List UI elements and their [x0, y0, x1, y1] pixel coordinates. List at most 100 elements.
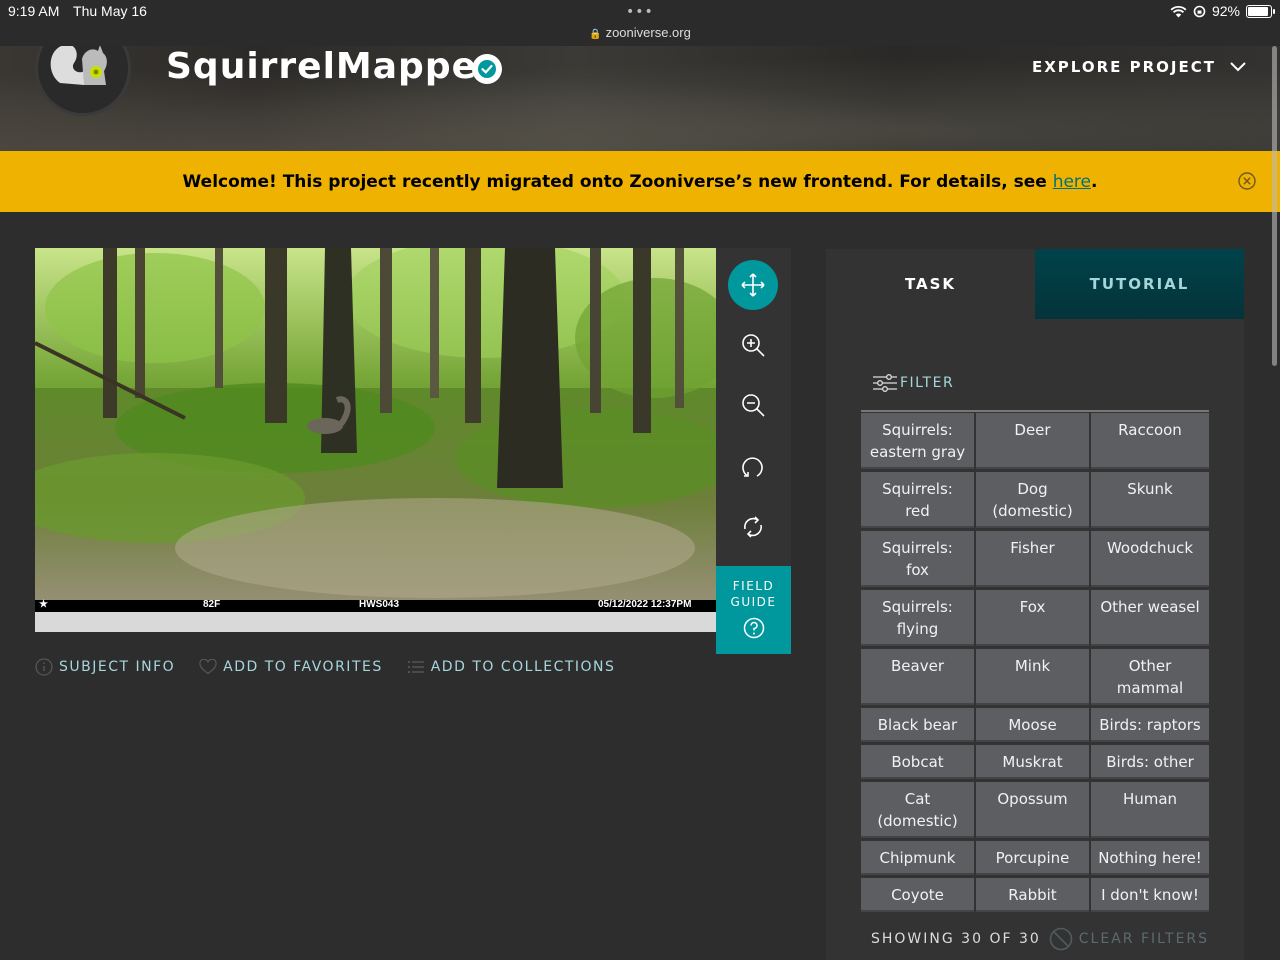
choice-label-line1: Mink — [1014, 657, 1051, 675]
choice-button[interactable]: Woodchuck — [1091, 531, 1209, 587]
choice-label-line2: flying — [896, 620, 939, 638]
choice-button[interactable]: Coyote — [861, 878, 974, 912]
address-bar[interactable]: 🔒 zooniverse.org — [0, 25, 1280, 40]
choice-label-line1: Squirrels: — [882, 421, 953, 439]
camera-info-bar: ★ 82F HWS043 05/12/2022 12:37PM — [35, 599, 716, 612]
zoom-out-icon — [742, 394, 765, 417]
add-to-favorites-button[interactable]: ADD TO FAVORITES — [199, 658, 383, 676]
choice-label-line1: Nothing here! — [1098, 849, 1202, 867]
subject-info-button[interactable]: SUBJECT INFO — [35, 658, 175, 676]
chevron-down-icon — [1230, 62, 1246, 72]
zoom-in-icon — [742, 334, 765, 357]
choice-button[interactable]: Muskrat — [976, 745, 1089, 779]
add-to-collections-button[interactable]: ADD TO COLLECTIONS — [407, 658, 616, 676]
choice-button[interactable]: Deer — [976, 413, 1089, 469]
clear-filters-button[interactable]: CLEAR FILTERS — [1049, 927, 1209, 951]
choice-button[interactable]: Cat (domestic) — [861, 782, 974, 838]
pan-button[interactable] — [728, 260, 778, 310]
choice-label-line1: I don't know! — [1101, 886, 1199, 904]
choice-label-line1: Porcupine — [995, 849, 1070, 867]
choice-button[interactable]: Skunk — [1091, 472, 1209, 528]
choice-grid: Squirrels: eastern gray Deer Raccoon Squirre… — [861, 410, 1209, 912]
choice-button[interactable]: Squirrels: flying — [861, 590, 974, 646]
choice-button[interactable]: Nothing here! — [1091, 841, 1209, 875]
tab-task[interactable]: TASK — [826, 249, 1035, 319]
choice-button[interactable]: Chipmunk — [861, 841, 974, 875]
image-toolbar — [716, 248, 791, 566]
subject-meta-links: SUBJECT INFO ADD TO FAVORITES ADD TO COL… — [35, 658, 615, 676]
close-icon[interactable] — [1238, 172, 1256, 190]
choice-button[interactable]: Other weasel — [1091, 590, 1209, 646]
rotate-button[interactable] — [728, 442, 778, 492]
zoom-in-button[interactable] — [728, 320, 778, 370]
rotate-icon — [742, 457, 763, 477]
orientation-lock-icon — [1193, 5, 1206, 17]
choice-button[interactable]: Birds: raptors — [1091, 708, 1209, 742]
choice-label-line1: Chipmunk — [879, 849, 956, 867]
reset-button[interactable] — [728, 502, 778, 552]
choice-label-line1: Skunk — [1127, 480, 1173, 498]
choice-button[interactable]: Squirrels: red — [861, 472, 974, 528]
choice-label-line1: Deer — [1014, 421, 1051, 439]
choice-label-line2: (domestic) — [877, 812, 958, 830]
choice-button[interactable]: Fisher — [976, 531, 1089, 587]
choice-button[interactable]: Beaver — [861, 649, 974, 705]
explore-project-menu[interactable]: EXPLORE PROJECT — [1032, 58, 1246, 76]
filter-button[interactable]: FILTER — [872, 373, 954, 393]
multitask-dots[interactable]: ••• — [626, 4, 654, 20]
choice-label-line1: Raccoon — [1118, 421, 1182, 439]
subject-info-label: SUBJECT INFO — [59, 659, 176, 675]
tab-tutorial[interactable]: TUTORIAL — [1035, 249, 1244, 319]
project-title[interactable]: SquirrelMapper — [166, 46, 496, 87]
choice-button[interactable]: I don't know! — [1091, 878, 1209, 912]
reset-icon — [743, 516, 763, 538]
field-guide-label-1: FIELD — [732, 579, 775, 593]
camera-brand-icon: ★ — [39, 599, 48, 610]
banner-period: . — [1091, 171, 1098, 192]
choice-label-line1: Other — [1128, 657, 1172, 675]
subject-viewer[interactable]: ★ 82F HWS043 05/12/2022 12:37PM — [35, 248, 716, 632]
choice-label-line2: red — [905, 502, 930, 520]
list-icon — [407, 660, 424, 674]
choice-label-line1: Opossum — [997, 790, 1068, 808]
choice-button[interactable]: Moose — [976, 708, 1089, 742]
url-text: zooniverse.org — [605, 25, 691, 40]
battery-icon — [1246, 4, 1275, 18]
choice-button[interactable]: Bobcat — [861, 745, 974, 779]
choice-label-line1: Fisher — [1010, 539, 1055, 557]
choice-button[interactable]: Opossum — [976, 782, 1089, 838]
task-panel: TASK TUTORIAL FILTER Squirrels: eastern g… — [826, 249, 1244, 960]
clear-filters-label: CLEAR FILTERS — [1078, 931, 1210, 947]
choice-label-line1: Bobcat — [891, 753, 944, 771]
field-guide-button[interactable]: FIELD GUIDE — [716, 566, 791, 654]
zoom-out-button[interactable] — [728, 380, 778, 430]
choice-button[interactable]: Rabbit — [976, 878, 1089, 912]
choice-label-line1: Cat — [904, 790, 931, 808]
choice-button[interactable]: Fox — [976, 590, 1089, 646]
banner-text: Welcome! This project recently migrated … — [182, 171, 1047, 192]
choice-button[interactable]: Dog (domestic) — [976, 472, 1089, 528]
choice-button[interactable]: Other mammal — [1091, 649, 1209, 705]
choice-label-line1: Birds: raptors — [1099, 716, 1201, 734]
subject-image[interactable]: ★ 82F HWS043 05/12/2022 12:37PM — [35, 248, 716, 612]
lock-icon: 🔒 — [589, 29, 602, 40]
banner-link[interactable]: here — [1053, 172, 1091, 192]
choice-button[interactable]: Squirrels: eastern gray — [861, 413, 974, 469]
choice-button[interactable]: Mink — [976, 649, 1089, 705]
choice-button[interactable]: Human — [1091, 782, 1209, 838]
viewer-footer — [35, 612, 716, 632]
choice-button[interactable]: Porcupine — [976, 841, 1089, 875]
choice-button[interactable]: Birds: other — [1091, 745, 1209, 779]
project-avatar[interactable] — [35, 46, 131, 116]
info-icon — [35, 658, 53, 676]
choice-button[interactable]: Squirrels: fox — [861, 531, 974, 587]
page-scrollbar[interactable] — [1272, 46, 1277, 366]
choice-label-line1: Squirrels: — [882, 539, 953, 557]
choice-label-line2: (domestic) — [992, 502, 1073, 520]
choice-button[interactable]: Black bear — [861, 708, 974, 742]
choice-label-line1: Fox — [1019, 598, 1046, 616]
move-icon — [741, 273, 765, 297]
choice-label-line2: fox — [906, 561, 929, 579]
choice-label-line1: Muskrat — [1002, 753, 1063, 771]
choice-button[interactable]: Raccoon — [1091, 413, 1209, 469]
